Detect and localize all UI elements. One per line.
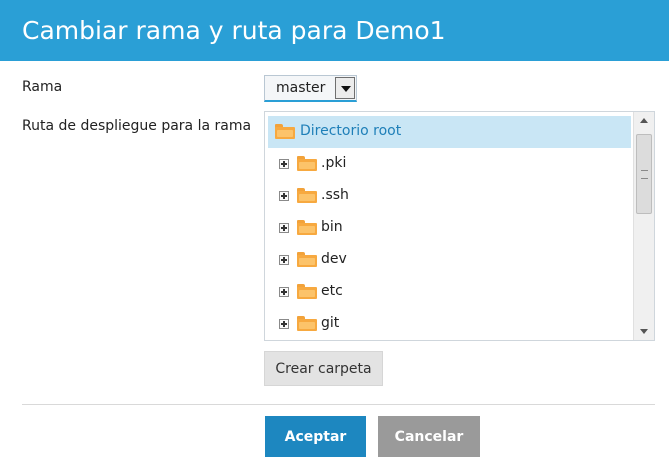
branch-select-value: master: [276, 80, 326, 96]
tree-item-label: bin: [321, 219, 343, 235]
expand-icon[interactable]: [279, 287, 289, 297]
expand-icon[interactable]: [279, 191, 289, 201]
folder-icon: [297, 252, 317, 267]
directory-tree[interactable]: Directorio root .pki .ssh bin dev etc gi…: [264, 111, 655, 341]
tree-item-root[interactable]: Directorio root: [268, 116, 631, 148]
path-label: Ruta de despliegue para la rama: [22, 118, 252, 134]
tree-scrollbar[interactable]: [633, 112, 654, 340]
tree-item-label: git: [321, 315, 340, 331]
branch-select[interactable]: master: [264, 75, 357, 102]
tree-item-label: .pki: [321, 155, 347, 171]
tree-item[interactable]: dev: [268, 244, 631, 276]
folder-icon: [275, 124, 295, 139]
tree-item-label: etc: [321, 283, 343, 299]
branch-label: Rama: [22, 79, 63, 95]
tree-item[interactable]: bin: [268, 212, 631, 244]
dialog-title: Cambiar rama y ruta para Demo1: [0, 0, 669, 61]
chevron-down-icon[interactable]: [335, 77, 355, 99]
expand-icon[interactable]: [279, 255, 289, 265]
folder-icon: [297, 316, 317, 331]
create-folder-button[interactable]: Crear carpeta: [264, 351, 383, 386]
tree-item[interactable]: etc: [268, 276, 631, 308]
folder-icon: [297, 188, 317, 203]
scrollbar-thumb[interactable]: [636, 134, 652, 214]
expand-icon[interactable]: [279, 159, 289, 169]
scroll-up-icon[interactable]: [634, 112, 654, 129]
tree-item[interactable]: git: [268, 308, 631, 340]
scroll-down-icon[interactable]: [634, 323, 654, 340]
tree-item-label: Directorio root: [300, 123, 402, 139]
tree-item-label: .ssh: [321, 187, 349, 203]
tree-item[interactable]: .ssh: [268, 180, 631, 212]
folder-icon: [297, 156, 317, 171]
divider: [22, 404, 655, 405]
cancel-button[interactable]: Cancelar: [378, 416, 480, 457]
tree-item[interactable]: .pki: [268, 148, 631, 180]
expand-icon[interactable]: [279, 223, 289, 233]
folder-icon: [297, 220, 317, 235]
expand-icon[interactable]: [279, 319, 289, 329]
folder-icon: [297, 284, 317, 299]
accept-button[interactable]: Aceptar: [265, 416, 366, 457]
tree-item-label: dev: [321, 251, 347, 267]
